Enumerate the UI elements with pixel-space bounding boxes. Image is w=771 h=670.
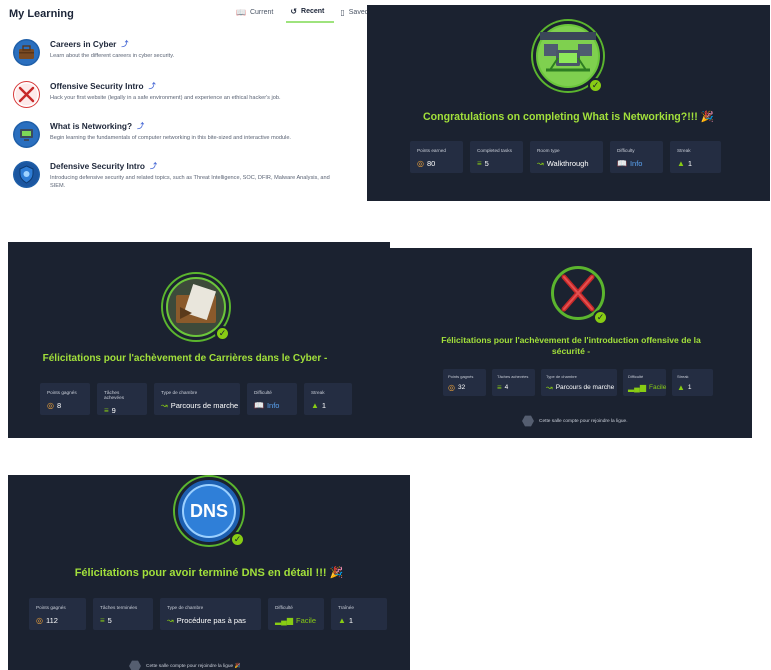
difficulty-icon: ⤴ [148,83,156,90]
dns-badge-label: DNS [189,500,228,521]
defensive-security-logo [13,161,40,188]
stat-points: Points gagnés ◎ 8 [40,383,90,415]
stat-difficulty: Difficulté 📖 Info [247,383,297,415]
course-title: What is Networking? [50,121,133,131]
path-icon: ↝ [161,401,168,410]
bookmark-icon: ▯ [340,8,345,17]
target-icon: ◎ [448,383,455,392]
league-hexagon-icon [522,415,534,427]
stat-streak: Streak ▲ 1 [670,141,721,173]
careers-in-cyber-logo [13,39,40,66]
offensive-security-logo [13,81,40,108]
course-title: Defensive Security Intro [50,161,145,171]
course-item-defensive-security-intro[interactable]: Defensive Security Intro ⤴ Introducing de… [13,160,358,196]
stat-streak: Streak ▲ 1 [672,369,713,396]
course-item-careers-in-cyber[interactable]: Careers in Cyber ⤴ Learn about the differ… [13,38,358,74]
path-icon: ↝ [546,383,553,392]
stat-tasks: Tâches achevées ≡ 4 [492,369,535,396]
stat-difficulty: Difficulté ▂▄▆ Facile [268,598,324,630]
my-learning-panel: My Learning 📖 Current ↺ Recent ▯ Saved C… [0,0,369,205]
difficulty-icon: ⤴ [121,41,129,48]
congrats-message: Félicitations pour l'achèvement de Carri… [42,353,328,364]
stat-points: Points gagnés ◎ 32 [443,369,486,396]
course-item-offensive-security-intro[interactable]: Offensive Security Intro ⤴ Hack your firs… [13,80,358,116]
book-open-icon: 📖 [236,8,246,17]
path-icon: ↝ [537,159,544,168]
league-hexagon-icon [129,660,141,670]
stat-tasks: Completed tasks ≡ 5 [470,141,523,173]
difficulty-icon: ⤴ [150,163,157,170]
learning-tabs: 📖 Current ↺ Recent ▯ Saved [236,7,382,23]
check-icon: ✓ [588,78,603,93]
check-icon: ✓ [215,326,230,341]
difficulty-icon: ⤴ [137,123,145,130]
tab-recent[interactable]: ↺ Recent [286,7,335,23]
stats-row: Points gagnés ◎ 8 Tâches achevées ≡ 9 Type d… [40,383,359,415]
path-icon: ↝ [167,616,174,625]
stat-streak: Traînée ▲ 1 [331,598,387,630]
congrats-message: Congratulations on completing What is Ne… [423,111,714,123]
target-icon: ◎ [47,401,54,410]
course-description: Begin learning the fundamentals of compu… [50,135,291,141]
tasks-icon: ≡ [477,159,482,168]
stat-room-type: Type de chambre ↝ Procédure pas à pas [160,598,261,630]
tasks-icon: ≡ [104,406,109,415]
stats-row: Points gagnés ◎ 112 Tâches terminées ≡ 5 Typ… [29,598,394,630]
stat-points: Points gagnés ◎ 112 [29,598,86,630]
tab-current[interactable]: 📖 Current [236,7,280,23]
congrats-message: Félicitations pour avoir terminé DNS en … [74,567,344,579]
course-description: Hack your first website (legally in a sa… [50,95,281,101]
my-learning-title: My Learning [9,8,74,20]
congrats-card-careers: ✓ Félicitations pour l'achèvement de Car… [8,242,390,438]
target-icon: ◎ [36,616,43,625]
stat-difficulty: Difficulté ▂▄▆ Facile [623,369,666,396]
course-title: Offensive Security Intro [50,81,144,91]
stat-room-type: Type de chambre ↝ Parcours de marche [541,369,617,396]
congrats-card-dns: DNS ✓ Félicitations pour avoir terminé D… [8,475,410,670]
flame-icon: ▲ [311,401,319,410]
stat-room-type: Type de chambre ↝ Parcours de marche [154,383,240,415]
signal-icon: ▂▄▆ [628,383,646,392]
flame-icon: ▲ [338,616,346,625]
flame-icon: ▲ [677,383,685,392]
history-icon: ↺ [290,7,298,16]
course-title: Careers in Cyber [50,39,117,49]
check-icon: ✓ [230,532,245,547]
stat-points: Points earned ◎ 80 [410,141,463,173]
stat-difficulty: Difficulty 📖 Info [610,141,663,173]
league-note: Cette salle compte pour rejoindre la lig… [129,660,241,670]
league-note: Cette salle compte pour rejoindre la lig… [522,415,628,427]
target-icon: ◎ [417,159,424,168]
stat-tasks: Tâches terminées ≡ 5 [93,598,153,630]
course-item-what-is-networking[interactable]: What is Networking? ⤴ Begin learning the … [13,120,358,156]
stat-tasks: Tâches achevées ≡ 9 [97,383,147,415]
congrats-card-offensive: ✓ Félicitations pour l'achèvement de l'i… [390,248,752,438]
book-icon: 📖 [617,159,627,168]
course-description: Introducing defensive security and relat… [50,175,330,190]
congrats-message: Félicitations pour l'achèvement de l'int… [441,335,701,356]
congrats-card-networking: ✓ Congratulations on completing What is … [367,5,770,201]
book-icon: 📖 [254,401,264,410]
tasks-icon: ≡ [100,616,105,625]
networking-logo [13,121,40,148]
stat-room-type: Room type ↝ Walkthrough [530,141,603,173]
tasks-icon: ≡ [497,383,502,392]
stats-row: Points gagnés ◎ 32 Tâches achevées ≡ 4 Type … [443,369,720,396]
flame-icon: ▲ [677,159,685,168]
course-description: Learn about the different careers in cyb… [50,53,175,59]
signal-icon: ▂▄▆ [275,616,293,625]
check-icon: ✓ [593,310,608,325]
stats-row: Points earned ◎ 80 Completed tasks ≡ 5 Room … [410,141,728,173]
stat-streak: Streak ▲ 1 [304,383,352,415]
